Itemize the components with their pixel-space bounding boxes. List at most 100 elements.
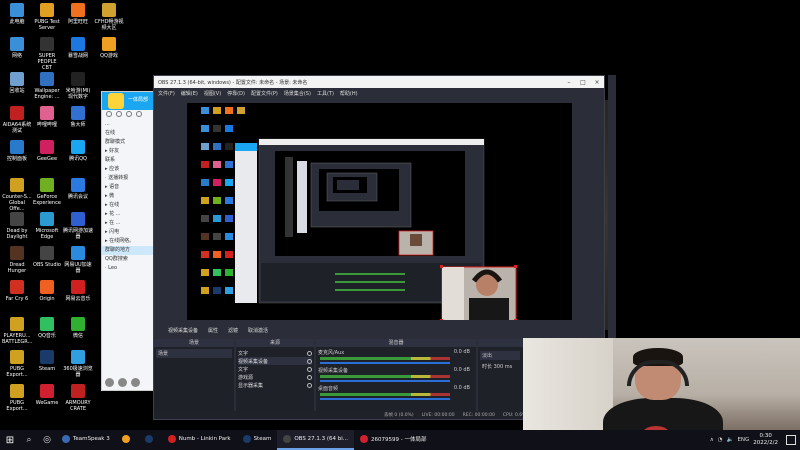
volume-icon[interactable]: 🔈 bbox=[727, 437, 734, 443]
language-indicator[interactable]: ENG bbox=[737, 437, 749, 443]
list-item[interactable]: 在线 bbox=[102, 129, 154, 138]
eye-icon[interactable] bbox=[307, 374, 312, 380]
taskbar-app[interactable] bbox=[139, 430, 162, 450]
desktop-icon[interactable]: CFHD畅游视 频大区 bbox=[94, 3, 124, 31]
source-item[interactable]: 文字 bbox=[238, 365, 312, 373]
location-icon[interactable] bbox=[116, 111, 122, 117]
transition-type[interactable]: 淡出 bbox=[480, 351, 520, 360]
desktop-icon[interactable]: Origin bbox=[32, 280, 62, 302]
desktop-icon[interactable]: 哔哩哔哩 bbox=[32, 106, 62, 128]
scene-item[interactable]: 场景 bbox=[156, 349, 232, 358]
toolbar-button[interactable]: 属性 bbox=[208, 327, 218, 334]
clock[interactable]: 0:30 2022/2/2 bbox=[753, 433, 778, 447]
minimize-icon[interactable]: – bbox=[562, 79, 576, 86]
toolbar-button[interactable]: 取消激活 bbox=[248, 327, 268, 334]
taskbar-app[interactable]: Steam bbox=[237, 430, 278, 450]
close-icon[interactable]: × bbox=[590, 79, 604, 86]
desktop-icon[interactable]: PLAYERU... BATTLEGR... bbox=[2, 317, 32, 345]
desktop-icon[interactable]: 米哈游(MI) 现代数字 bbox=[63, 72, 93, 100]
tray-chevron-icon[interactable]: ∧ bbox=[710, 437, 714, 443]
desktop-icon[interactable]: WeGame bbox=[32, 384, 62, 406]
list-item[interactable]: ▸ 在 ... bbox=[102, 219, 154, 228]
desktop-icon[interactable]: 控制面板 bbox=[2, 140, 32, 162]
list-item[interactable]: 群聊的地方 bbox=[102, 246, 154, 255]
list-item[interactable]: ▸ 在线网络。 bbox=[102, 237, 154, 246]
desktop-icon[interactable]: 此电脑 bbox=[2, 3, 32, 25]
desktop-icon[interactable]: 360极速浏览 器 bbox=[63, 350, 93, 378]
desktop-icon[interactable]: PUBG Export... bbox=[2, 384, 32, 412]
desktop-icon[interactable]: 回收站 bbox=[2, 72, 32, 94]
menu-item[interactable]: 帮助(H) bbox=[340, 90, 358, 97]
desktop-icon[interactable]: Steam bbox=[32, 350, 62, 372]
list-item[interactable]: ▸ 微 bbox=[102, 192, 154, 201]
desktop-icon[interactable]: PUBG Test Server bbox=[32, 3, 62, 31]
menu-item[interactable]: 文件(F) bbox=[158, 90, 175, 97]
task-view-icon[interactable]: ◎ bbox=[38, 430, 56, 450]
list-item[interactable]: QQ群搜索 bbox=[102, 255, 154, 264]
list-item[interactable]: 群聊模式 bbox=[102, 138, 154, 147]
desktop-icon[interactable]: QQ音乐 bbox=[32, 317, 62, 339]
source-item[interactable]: 视频采集设备 bbox=[238, 357, 312, 365]
avatar[interactable] bbox=[105, 377, 114, 387]
eye-icon[interactable] bbox=[307, 358, 312, 364]
eye-icon[interactable] bbox=[307, 382, 312, 388]
desktop-icon[interactable]: AIDA64系统 测试 bbox=[2, 106, 32, 134]
mic-icon[interactable] bbox=[118, 377, 127, 387]
desktop-icon[interactable]: ARMOURY CRATE bbox=[63, 384, 93, 412]
desktop-icon[interactable]: Dead by Daylight bbox=[2, 212, 32, 240]
desktop-icon[interactable]: Dread Hunger bbox=[2, 246, 32, 274]
menu-item[interactable]: 配置文件(P) bbox=[251, 90, 278, 97]
desktop-icon[interactable]: SUPER PEOPLE CBT bbox=[32, 37, 62, 71]
list-item[interactable]: · Leo bbox=[102, 264, 154, 273]
list-item[interactable]: 联系 bbox=[102, 156, 154, 165]
home-icon[interactable] bbox=[108, 93, 124, 109]
group-icon[interactable] bbox=[126, 111, 132, 117]
desktop-icon[interactable]: 网易UU加速 器 bbox=[63, 246, 93, 274]
person-icon[interactable] bbox=[106, 111, 112, 117]
desktop-icon[interactable]: Wallpaper Engine: ... bbox=[32, 72, 62, 100]
list-item[interactable]: ▸ 语音 bbox=[102, 183, 154, 192]
desktop-icon[interactable]: 网络 bbox=[2, 37, 32, 59]
menu-item[interactable]: 视图(V) bbox=[204, 90, 221, 97]
desktop-icon[interactable]: Counter-S... Global Offe... bbox=[2, 178, 32, 212]
menu-item[interactable]: 编辑(E) bbox=[181, 90, 198, 97]
mixer-dock[interactable]: 混音器 麦克风/Aux 0.0 dB 视频采集设备 0.0 dB 桌面音频 0.0 dB bbox=[316, 339, 476, 419]
list-item[interactable]: ... bbox=[102, 120, 154, 129]
menu-item[interactable]: 停靠(D) bbox=[227, 90, 245, 97]
desktop-icon[interactable]: GeeGee bbox=[32, 140, 62, 162]
volume-slider[interactable] bbox=[320, 362, 450, 364]
search-icon[interactable]: ⌕ bbox=[20, 430, 38, 450]
list-item[interactable]: ▸ 闪电 bbox=[102, 228, 154, 237]
menu-item[interactable]: 场景集合(S) bbox=[284, 90, 311, 97]
eye-icon[interactable] bbox=[307, 366, 312, 372]
desktop-icon[interactable]: 微信 bbox=[63, 317, 93, 339]
notification-icon[interactable] bbox=[786, 435, 796, 445]
desktop-icon[interactable]: 腾讯会议 bbox=[63, 178, 93, 200]
desktop-icon[interactable]: Far Cry 6 bbox=[2, 280, 32, 302]
desktop-icon[interactable]: 网易云音乐 bbox=[63, 280, 93, 302]
desktop-icon[interactable]: QQ游戏 bbox=[94, 37, 124, 59]
sources-dock[interactable]: 来源 文字视频采集设备文字游戏源显示器采集 ＋ － ⚙ ∧ ∨ bbox=[236, 339, 314, 419]
obs-preview[interactable] bbox=[187, 103, 572, 320]
desktop-icon[interactable]: 腾讯QQ bbox=[63, 140, 93, 162]
desktop-icon[interactable]: Microsoft Edge bbox=[32, 212, 62, 240]
taskbar-app[interactable]: 26079599 - 一体局部 bbox=[354, 430, 432, 450]
eye-icon[interactable] bbox=[307, 350, 312, 356]
desktop-icon[interactable]: 鲁大师 bbox=[63, 106, 93, 128]
desktop-icon[interactable]: 阿里旺旺 bbox=[63, 3, 93, 25]
desktop-icon[interactable]: GeForce Experience bbox=[32, 178, 62, 206]
taskbar-app[interactable]: Numb - Linkin Park bbox=[162, 430, 237, 450]
taskbar-app[interactable]: TeamSpeak 3 bbox=[56, 430, 116, 450]
toolbar-button[interactable]: 滤镜 bbox=[228, 327, 238, 334]
list-item[interactable]: ▸ 应该 bbox=[102, 165, 154, 174]
desktop-icon[interactable]: OBS Studio bbox=[32, 246, 62, 268]
volume-slider[interactable] bbox=[320, 380, 450, 382]
taskbar-app[interactable]: OBS 27.1.3 (64 bi... bbox=[277, 430, 354, 450]
menu-item[interactable]: 工具(T) bbox=[317, 90, 334, 97]
volume-slider[interactable] bbox=[320, 398, 450, 400]
qq-window[interactable]: 一体局部 ... 在线 群聊模式 ▸ 好友 联系 ▸ 应该 · 送播转报 ▸ 语音 ▸ 微 ▸ 在… bbox=[101, 91, 155, 391]
scenes-dock[interactable]: 场景 场景 ＋ － ∧ ∨ bbox=[154, 339, 234, 419]
speaker-icon[interactable] bbox=[131, 377, 140, 387]
desktop-icon[interactable]: 暴雪战网 bbox=[63, 37, 93, 59]
source-item[interactable]: 显示器采集 bbox=[238, 381, 312, 389]
